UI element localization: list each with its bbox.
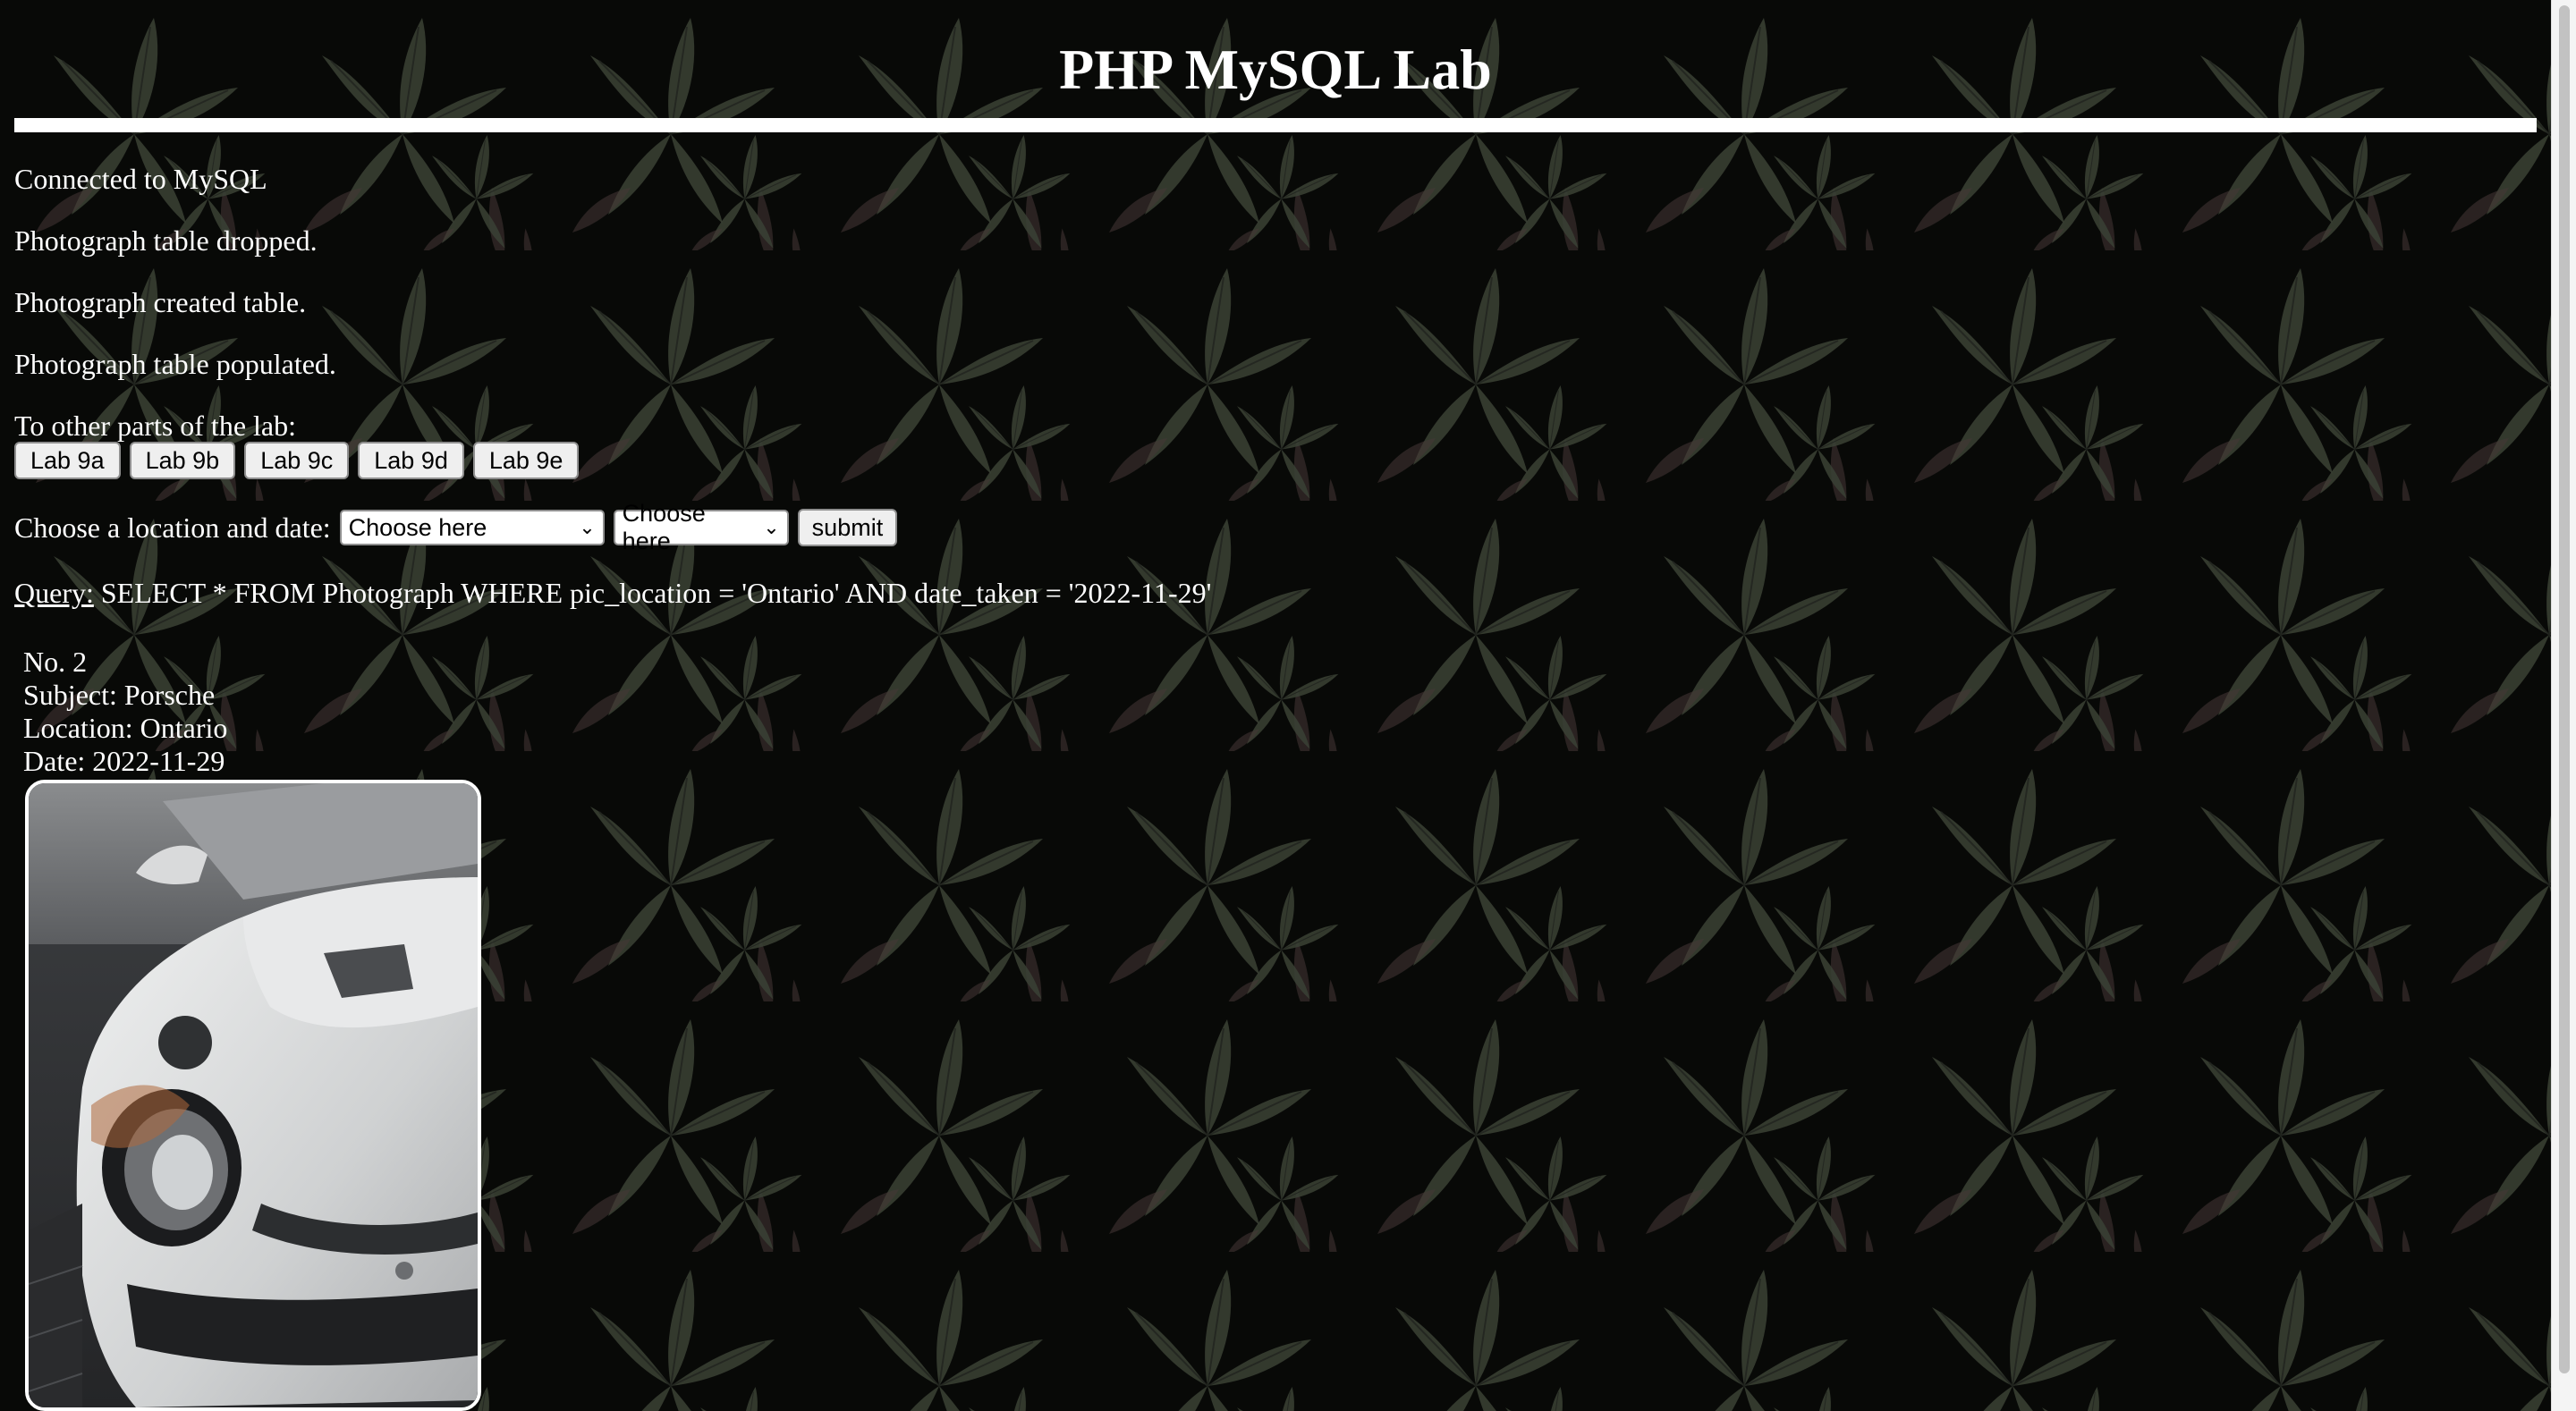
lab-9c-button[interactable]: Lab 9c: [244, 442, 350, 479]
lab-9e-button[interactable]: Lab 9e: [472, 442, 580, 479]
page-title: PHP MySQL Lab: [1059, 38, 1492, 101]
submit-button[interactable]: submit: [797, 509, 898, 546]
chevron-down-icon: ⌄: [763, 516, 780, 538]
status-populated: Photograph table populated.: [14, 348, 336, 380]
location-select-value: Choose here: [348, 513, 487, 541]
page-content: PHP MySQL Lab Connected to MySQL Photogr…: [0, 0, 2551, 1411]
status-connected: Connected to MySQL: [14, 163, 267, 195]
filter-label: Choose a location and date:: [14, 511, 331, 544]
lab-nav: Lab 9a Lab 9b Lab 9c Lab 9d Lab 9e: [14, 442, 580, 479]
query-line: Query: SELECT * FROM Photograph WHERE pi…: [14, 575, 1211, 611]
record-number: No. 2: [23, 646, 88, 678]
lab-9b-button[interactable]: Lab 9b: [129, 442, 236, 479]
scrollbar-thumb[interactable]: [2559, 5, 2570, 1373]
query-label: Query:: [14, 577, 94, 609]
status-created: Photograph created table.: [14, 286, 307, 318]
date-select-value: Choose here: [622, 500, 706, 554]
lab-9a-button[interactable]: Lab 9a: [14, 442, 121, 479]
title-divider: [14, 118, 2537, 132]
location-select[interactable]: Choose here ⌄: [339, 510, 605, 545]
lab-nav-label: To other parts of the lab:: [14, 410, 296, 442]
car-photo: [25, 780, 481, 1411]
status-dropped: Photograph table dropped.: [14, 224, 318, 257]
lab-9d-button[interactable]: Lab 9d: [358, 442, 464, 479]
record-location: Location: Ontario: [23, 712, 228, 744]
record-subject: Subject: Porsche: [23, 679, 216, 711]
vertical-scrollbar[interactable]: [2551, 0, 2576, 1411]
record-date: Date: 2022-11-29: [23, 745, 225, 777]
filter-form: Choose a location and date: Choose here …: [14, 500, 898, 554]
query-text: SELECT * FROM Photograph WHERE pic_locat…: [100, 577, 1212, 609]
photo-record: No. 2 Subject: Porsche Location: Ontario…: [23, 646, 227, 778]
chevron-down-icon: ⌄: [579, 516, 596, 538]
date-select[interactable]: Choose here ⌄: [613, 500, 789, 554]
